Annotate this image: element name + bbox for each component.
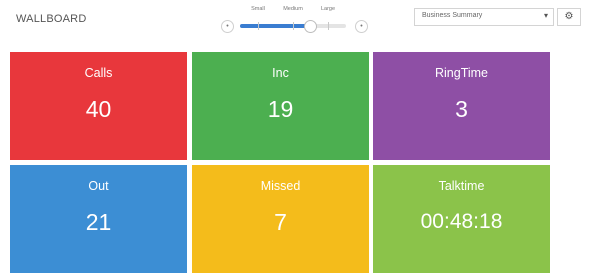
- tile-value: 3: [455, 96, 468, 122]
- size-tick: [258, 22, 259, 30]
- size-slider[interactable]: [240, 20, 346, 33]
- tile-talktime: Talktime 00:48:18: [373, 165, 550, 273]
- size-slider-thumb[interactable]: [304, 20, 317, 33]
- size-tick: [293, 22, 294, 30]
- wallboard-page: WALLBOARD Small Medium Large • • Busines…: [0, 0, 598, 275]
- size-slider-ticks: [240, 22, 346, 30]
- tile-size-control: Small Medium Large • •: [218, 6, 370, 40]
- size-tick: [328, 22, 329, 30]
- top-bar: WALLBOARD Small Medium Large • • Busines…: [0, 0, 598, 44]
- summary-select-value: Business Summary: [422, 12, 483, 19]
- page-title: WALLBOARD: [16, 13, 87, 25]
- tile-label: Talktime: [438, 179, 485, 193]
- tile-label: Out: [88, 179, 109, 193]
- tile-value: 7: [274, 209, 287, 235]
- decrease-size-button[interactable]: •: [221, 20, 234, 33]
- settings-button[interactable]: ⚙: [557, 8, 581, 26]
- tile-value: 00:48:18: [420, 210, 503, 233]
- chevron-down-icon: ▾: [543, 11, 548, 20]
- plus-icon: •: [360, 23, 363, 30]
- tile-label: RingTime: [434, 66, 489, 80]
- tile-inc: Inc 19: [192, 52, 369, 160]
- tile-out: Out 21: [10, 165, 187, 273]
- increase-size-button[interactable]: •: [355, 20, 368, 33]
- tile-missed: Missed 7: [192, 165, 369, 273]
- size-labels: Small Medium Large: [218, 6, 370, 16]
- minus-icon: •: [226, 23, 229, 30]
- tile-ringtime: RingTime 3: [373, 52, 550, 160]
- gear-icon: ⚙: [564, 11, 574, 22]
- size-label-large: Large: [320, 6, 336, 12]
- tile-calls: Calls 40: [10, 52, 187, 160]
- tile-label: Missed: [260, 179, 301, 193]
- size-label-small: Small: [251, 6, 265, 12]
- tile-value: 21: [85, 209, 112, 235]
- size-label-medium: Medium: [283, 6, 303, 12]
- tile-value: 40: [85, 96, 112, 122]
- tile-value: 19: [267, 96, 294, 122]
- tile-label: Calls: [84, 66, 113, 80]
- summary-select[interactable]: Business Summary ▾: [414, 8, 554, 26]
- tile-label: Inc: [272, 66, 289, 80]
